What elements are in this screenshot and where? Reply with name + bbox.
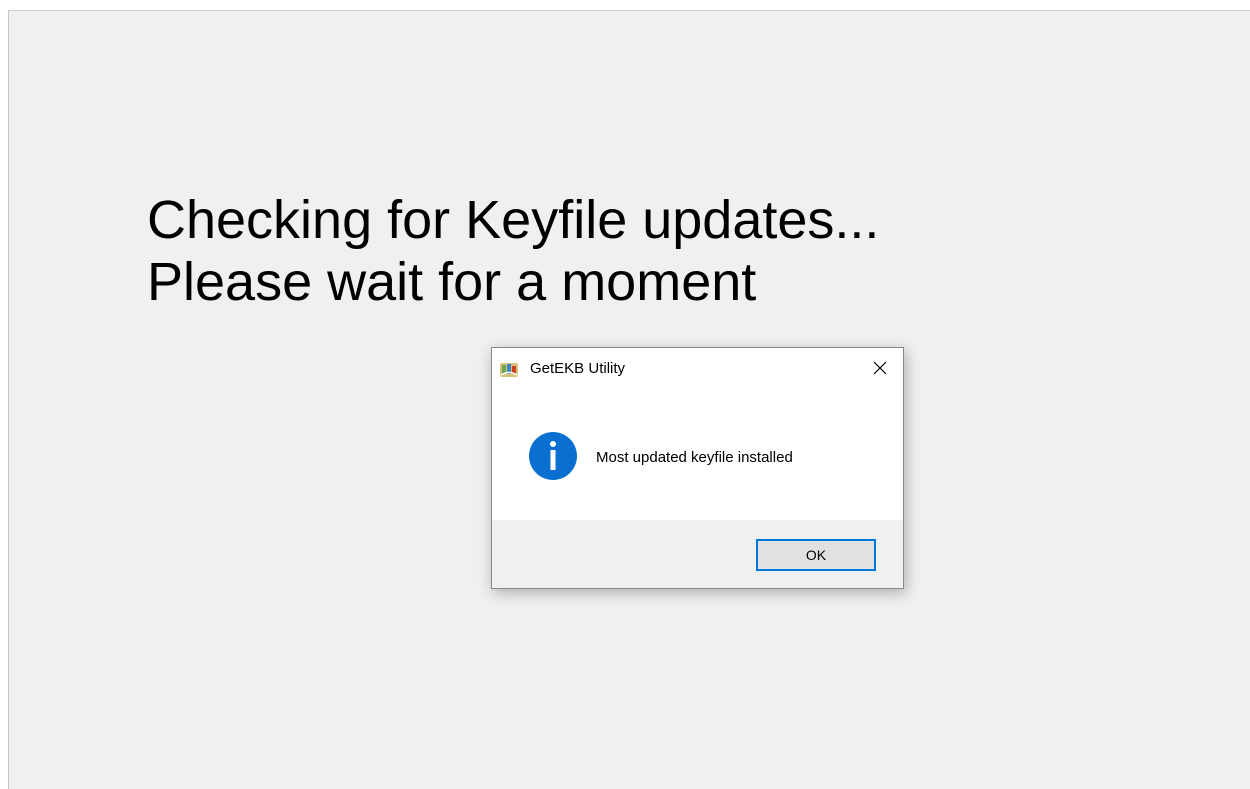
dialog-titlebar[interactable]: GetEKB Utility bbox=[492, 348, 903, 388]
app-icon bbox=[499, 360, 519, 378]
status-line-wait: Please wait for a moment bbox=[147, 252, 757, 312]
dialog-message: Most updated keyfile installed bbox=[596, 449, 793, 466]
info-icon bbox=[528, 431, 578, 481]
status-heading: Checking for Keyfile updates... Please w… bbox=[147, 189, 879, 313]
dialog-body: Most updated keyfile installed bbox=[492, 388, 903, 520]
close-icon bbox=[873, 361, 887, 375]
ok-button[interactable]: OK bbox=[756, 539, 876, 571]
dialog-footer: OK bbox=[492, 520, 903, 588]
status-line-checking: Checking for Keyfile updates... bbox=[147, 190, 880, 250]
close-button[interactable] bbox=[857, 348, 903, 388]
dialog-title: GetEKB Utility bbox=[530, 360, 626, 377]
message-dialog: GetEKB Utility Most updated keyfile inst… bbox=[491, 347, 904, 589]
